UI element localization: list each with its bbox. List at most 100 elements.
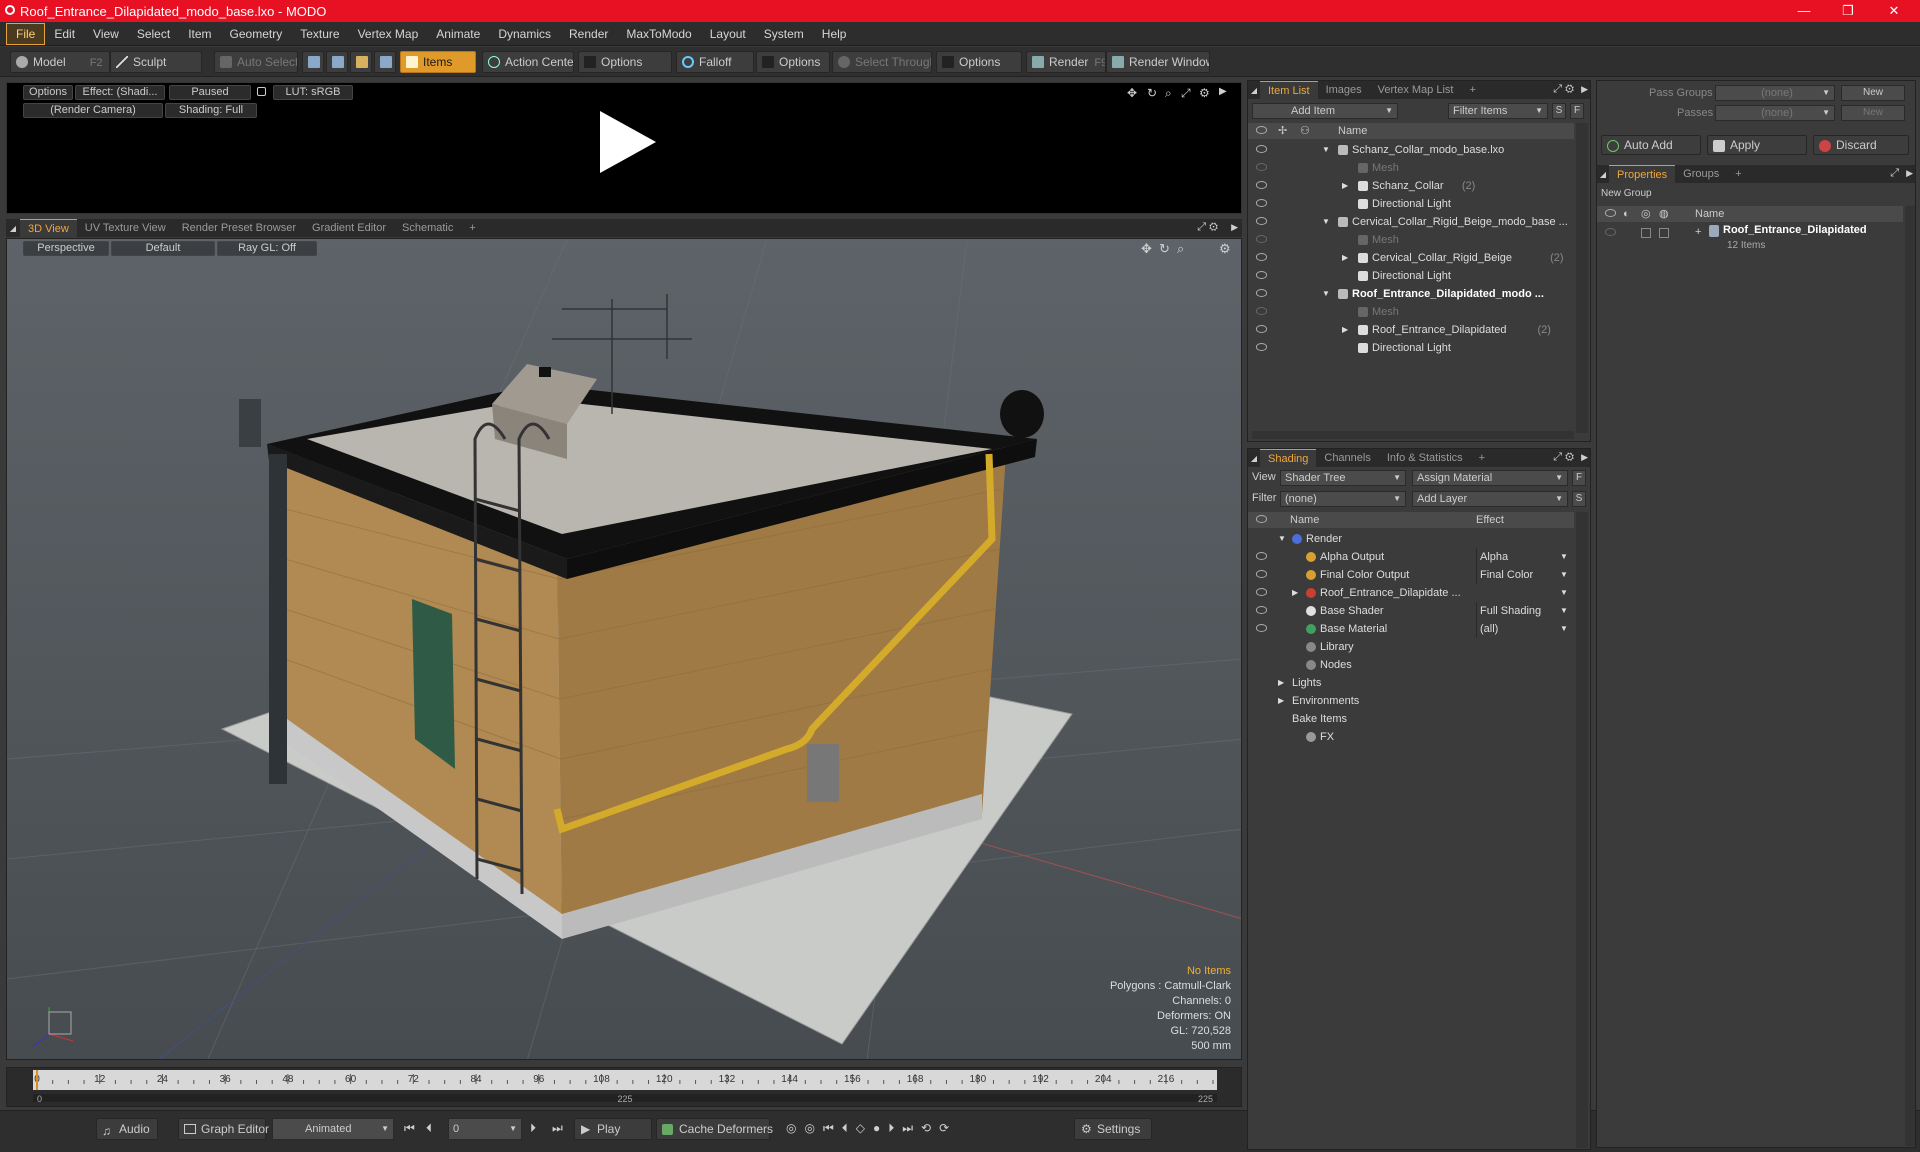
auto-select-button[interactable]: Auto Select: [214, 51, 298, 73]
shader-tree-row[interactable]: ▶ Environments: [1248, 692, 1574, 710]
render-window-button[interactable]: Render Window: [1106, 51, 1210, 73]
tab-properties[interactable]: Properties: [1609, 164, 1676, 184]
visibility-icon[interactable]: [1256, 271, 1267, 279]
panel-menu-icon[interactable]: ▶: [1581, 84, 1588, 95]
items-button[interactable]: Items: [400, 51, 476, 73]
effect-dropdown[interactable]: Effect: (Shadi...: [75, 85, 165, 100]
menu-dynamics[interactable]: Dynamics: [489, 24, 560, 44]
shader-tree-row[interactable]: ▶ Roof_Entrance_Dilapidate ... ▼: [1248, 584, 1574, 602]
model-button[interactable]: Model F2: [10, 51, 110, 73]
tab-schematic[interactable]: Schematic: [394, 219, 461, 238]
checkbox-icon[interactable]: [1659, 228, 1669, 238]
item-list-row[interactable]: ▶ Roof_Entrance_Dilapidated (2): [1248, 321, 1574, 339]
pass-groups-dropdown[interactable]: (none): [1715, 85, 1835, 101]
panel-menu-icon[interactable]: ▶: [1581, 452, 1588, 463]
select-vertices-button[interactable]: [302, 51, 324, 73]
go-to-end-icon[interactable]: ⏭: [552, 1121, 563, 1136]
animated-dropdown[interactable]: Animated: [272, 1118, 394, 1140]
settings-button[interactable]: ⚙ Settings: [1074, 1118, 1152, 1140]
key-icons[interactable]: ◎◎⏮⏴◇●⏵⏭⟲⟳: [786, 1121, 957, 1136]
new-group-button[interactable]: New Group: [1601, 187, 1663, 203]
visibility-icon[interactable]: [1256, 181, 1267, 189]
filter-f-button[interactable]: F: [1570, 103, 1584, 119]
select-through-options-button[interactable]: Options: [936, 51, 1022, 73]
step-forward-icon[interactable]: ⏵: [530, 1121, 536, 1136]
shader-tree-row[interactable]: Final Color Output Final Color ▼: [1248, 566, 1574, 584]
visibility-icon[interactable]: [1256, 552, 1267, 560]
filter-dropdown[interactable]: (none): [1280, 491, 1406, 507]
effect-dropdown[interactable]: (all): [1476, 620, 1572, 638]
dropdown-arrow-icon[interactable]: ▼: [1560, 584, 1568, 602]
zoom-view-icon[interactable]: ⌕: [1165, 86, 1172, 101]
menu-system[interactable]: System: [755, 24, 813, 44]
rotate-view-icon[interactable]: ↻: [1147, 86, 1157, 100]
visibility-icon[interactable]: [1256, 217, 1267, 225]
add-tab-button[interactable]: +: [1471, 449, 1493, 467]
cache-deformers-button[interactable]: Cache Deformers: [656, 1118, 773, 1140]
add-tab-button[interactable]: +: [1727, 165, 1749, 183]
visibility-icon[interactable]: [1256, 289, 1267, 297]
expand-icon[interactable]: ▶: [1278, 674, 1284, 692]
action-center-options-button[interactable]: Options: [578, 51, 672, 73]
filter-items-field[interactable]: Filter Items: [1448, 103, 1548, 119]
expand-icon[interactable]: ▼: [1322, 213, 1330, 231]
preview-options-button[interactable]: Options: [23, 85, 73, 100]
visibility-icon[interactable]: [1256, 145, 1267, 153]
search-s-button[interactable]: S: [1572, 491, 1586, 507]
visibility-icon[interactable]: [1605, 228, 1616, 236]
menu-maxtomodo[interactable]: MaxToModo: [617, 24, 700, 44]
tab-3d-view[interactable]: 3D View: [20, 218, 77, 238]
close-icon[interactable]: ✕: [1874, 0, 1914, 22]
menu-help[interactable]: Help: [813, 24, 856, 44]
shading-dropdown[interactable]: Shading: Full: [165, 103, 257, 118]
discard-button[interactable]: Discard: [1813, 135, 1909, 155]
lock-icon[interactable]: [257, 87, 266, 96]
item-list-row[interactable]: ▼ Roof_Entrance_Dilapidated_modo ...: [1248, 285, 1574, 303]
item-list-row[interactable]: ▼ Cervical_Collar_Rigid_Beige_modo_base .…: [1248, 213, 1574, 231]
menu-layout[interactable]: Layout: [701, 24, 755, 44]
visibility-icon[interactable]: [1256, 606, 1267, 614]
go-to-start-icon[interactable]: ⏮: [404, 1121, 415, 1136]
current-frame-field[interactable]: 0: [448, 1118, 522, 1140]
select-edges-button[interactable]: [326, 51, 348, 73]
item-list-row[interactable]: Mesh: [1248, 159, 1574, 177]
camera-dropdown[interactable]: (Render Camera): [23, 103, 163, 118]
horizontal-scrollbar[interactable]: [1252, 431, 1574, 439]
menu-select[interactable]: Select: [128, 24, 179, 44]
visibility-icon[interactable]: [1256, 588, 1267, 596]
add-item-dropdown[interactable]: Add Item: [1252, 103, 1398, 119]
paused-button[interactable]: Paused: [169, 85, 251, 100]
panel-menu-icon[interactable]: ▶: [1906, 168, 1913, 179]
menu-geometry[interactable]: Geometry: [221, 24, 292, 44]
visibility-icon[interactable]: [1256, 199, 1267, 207]
item-list-row[interactable]: ▶ Schanz_Collar (2): [1248, 177, 1574, 195]
auto-add-button[interactable]: Auto Add: [1601, 135, 1701, 155]
add-layer-dropdown[interactable]: Add Layer: [1412, 491, 1568, 507]
shader-tree-row[interactable]: ▶ Lights: [1248, 674, 1574, 692]
checkbox-icon[interactable]: [1641, 228, 1651, 238]
visibility-icon[interactable]: [1256, 325, 1267, 333]
gear-icon[interactable]: ⚙: [1199, 86, 1210, 100]
expand-icon[interactable]: ▼: [1322, 141, 1330, 159]
tab-shading[interactable]: Shading: [1260, 448, 1317, 468]
shader-tree-row[interactable]: ▼ Render: [1248, 530, 1574, 548]
falloff-options-button[interactable]: Options: [756, 51, 830, 73]
maximize-panel-icon[interactable]: ⤢ ⚙: [1553, 451, 1574, 464]
item-list-row[interactable]: Directional Light: [1248, 267, 1574, 285]
tab-item-list[interactable]: Item List: [1260, 80, 1318, 100]
menu-render[interactable]: Render: [560, 24, 617, 44]
search-s-button[interactable]: S: [1552, 103, 1566, 119]
panel-menu-icon[interactable]: ▶: [1219, 86, 1227, 97]
select-materials-button[interactable]: [374, 51, 396, 73]
maximize-view-icon[interactable]: ⤢: [1181, 86, 1191, 101]
filter-f-button[interactable]: F: [1572, 470, 1586, 486]
play-icon[interactable]: [592, 107, 662, 177]
shader-tree-row[interactable]: Bake Items: [1248, 710, 1574, 728]
expand-icon[interactable]: ▶: [1342, 321, 1348, 339]
tab-channels[interactable]: Channels: [1316, 449, 1378, 468]
item-list-row[interactable]: Mesh: [1248, 231, 1574, 249]
group-row[interactable]: + Roof_Entrance_Dilapidated 12 Items: [1597, 224, 1903, 258]
menu-file[interactable]: File: [6, 22, 46, 45]
item-list-row[interactable]: ▼ Schanz_Collar_modo_base.lxo: [1248, 141, 1574, 159]
item-list-row[interactable]: Mesh: [1248, 303, 1574, 321]
